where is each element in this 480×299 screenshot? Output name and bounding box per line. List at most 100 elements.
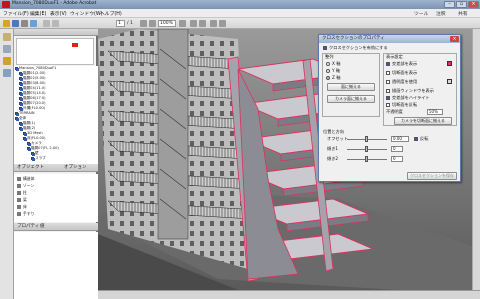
tree-item[interactable]: スラブ (31, 156, 46, 161)
tree-item-checkbox[interactable] (19, 126, 23, 131)
tree-item-checkbox[interactable] (19, 86, 23, 91)
align-to-camera-button[interactable]: カメラ面に揃える (327, 95, 375, 103)
menu-window[interactable]: ウィンドウ(W) (70, 10, 102, 17)
tree-item-checkbox[interactable] (19, 121, 23, 126)
object-label: 手すり (23, 211, 35, 216)
tree-item-label: 階層03(8.00) (23, 81, 46, 85)
tree-item-checkbox[interactable] (23, 136, 27, 141)
print-icon[interactable] (21, 20, 28, 27)
hand-tool-icon[interactable] (140, 20, 147, 27)
save-cross-section-button[interactable]: クロスセクションを保存 (407, 172, 457, 180)
show-intersection-checkbox[interactable] (386, 62, 390, 66)
tree-item-checkbox[interactable] (15, 66, 19, 71)
view-list[interactable] (16, 38, 94, 65)
tools-pane-button[interactable]: ツール (414, 10, 428, 17)
attachments-icon[interactable] (3, 57, 11, 65)
tree-item-checkbox[interactable] (19, 81, 23, 86)
object-list-item[interactable]: 床 (17, 203, 27, 210)
show-intersection-label: 交差部を表示 (392, 61, 418, 66)
tilt1-input[interactable]: 0 (391, 146, 403, 152)
tree-item-checkbox[interactable] (27, 141, 31, 146)
align-group-title: 整列 (325, 54, 334, 59)
maximize-button[interactable]: ▫ (456, 1, 467, 8)
zoom-input[interactable]: 100% (158, 20, 176, 27)
viewport-scrollbar[interactable] (472, 29, 480, 290)
open-folder-icon[interactable] (3, 20, 10, 27)
menu-edit[interactable]: 編集(E) (30, 10, 46, 17)
object-icon (17, 205, 21, 209)
align-camera-to-plane-button[interactable]: カメラを切断面に揃える (394, 117, 452, 125)
highlight-intersection-label: 交差部をハイライト (392, 95, 430, 100)
save-icon[interactable] (12, 20, 19, 27)
use-transparency-checkbox[interactable] (386, 80, 390, 84)
tree-item-checkbox[interactable] (19, 101, 23, 106)
fit-width-icon[interactable] (199, 20, 206, 27)
menu-view[interactable]: 表示(V) (50, 10, 67, 17)
intersection-color-swatch[interactable] (447, 61, 452, 66)
align-to-face-button[interactable]: 面に揃える (327, 83, 375, 91)
tree-item-checkbox[interactable] (23, 131, 27, 136)
tilt2-input[interactable]: 0 (391, 156, 403, 162)
highlight-intersection-checkbox[interactable] (386, 96, 390, 100)
tree-item-label: 床(FL0.00) (27, 136, 46, 140)
tree-item-checkbox[interactable] (31, 151, 35, 156)
bookmarks-icon[interactable] (3, 45, 11, 53)
object-list-item[interactable]: 柱 (17, 189, 27, 196)
show-cut-plane-checkbox[interactable] (386, 71, 390, 75)
tree-item-label: 階層07(FL 2.00) (31, 146, 59, 150)
close-button[interactable]: × (468, 1, 479, 8)
tree-item-checkbox[interactable] (19, 76, 23, 81)
zoom-out-icon[interactable] (149, 20, 156, 27)
tree-item-checkbox[interactable] (19, 91, 23, 96)
y-axis-radio[interactable] (326, 69, 330, 73)
tree-item-checkbox[interactable] (19, 96, 23, 101)
x-axis-radio[interactable] (326, 62, 330, 66)
offset-input[interactable]: 0.00 (391, 136, 409, 142)
email-icon[interactable] (30, 20, 37, 27)
page-up-icon[interactable] (43, 20, 50, 27)
tree-item-checkbox[interactable] (27, 146, 31, 151)
fit-page-icon[interactable] (190, 20, 197, 27)
opacity-input[interactable]: 50% (427, 109, 443, 115)
properties-panel-header: プロパティ 値 (14, 223, 98, 231)
share-pane-button[interactable]: 共有 (458, 10, 468, 17)
highlight-icon[interactable] (219, 20, 226, 27)
flip-checkbox[interactable] (414, 137, 418, 141)
z-axis-radio[interactable] (326, 76, 330, 80)
show-draw-window-checkbox[interactable] (386, 89, 390, 93)
tree-item-checkbox[interactable] (31, 156, 35, 161)
flip-label: 反転 (420, 136, 429, 141)
tree-item-checkbox[interactable] (19, 71, 23, 76)
menu-help[interactable]: ヘルプ(H) (100, 10, 122, 17)
zoom-in-icon[interactable] (179, 20, 186, 27)
pages-icon[interactable] (3, 33, 11, 41)
tree-item-label: 階層(1) (23, 121, 36, 125)
object-list-item[interactable]: 梁 (17, 196, 27, 203)
options-menu[interactable]: オプション (64, 164, 87, 172)
tree-item-label: 階層05(14.0) (23, 91, 46, 95)
enable-cross-section-checkbox[interactable] (323, 46, 327, 50)
object-list-item[interactable]: 構造体 (17, 175, 34, 182)
page-number-input[interactable]: 1 (116, 20, 125, 27)
objects-header-label: オブジェクト (17, 165, 44, 170)
dialog-close-button[interactable]: × (450, 36, 459, 42)
tree-item-label: 階層06(17.0) (23, 96, 46, 100)
object-list-item[interactable]: 手すり (17, 210, 34, 217)
tree-item-checkbox[interactable] (19, 106, 23, 111)
tilt2-slider-knob[interactable] (365, 156, 368, 162)
flip-plane-checkbox[interactable] (386, 103, 390, 107)
tree-item-label: 階層(2) (23, 126, 36, 130)
tree-item-checkbox[interactable] (15, 116, 19, 121)
status-bar (98, 290, 480, 299)
menu-file[interactable]: ファイル(F) (3, 10, 29, 17)
tilt1-slider-knob[interactable] (365, 146, 368, 152)
comment-icon[interactable] (210, 20, 217, 27)
page-down-icon[interactable] (52, 20, 59, 27)
object-list-item[interactable]: ゾーン (17, 182, 34, 189)
comment-pane-button[interactable]: 注釈 (436, 10, 446, 17)
model-tree-icon[interactable] (3, 69, 11, 77)
tree-item-checkbox[interactable] (15, 111, 19, 116)
minimize-button[interactable]: – (444, 1, 455, 8)
offset-slider-knob[interactable] (365, 136, 368, 142)
plane-color-swatch[interactable] (447, 79, 452, 84)
